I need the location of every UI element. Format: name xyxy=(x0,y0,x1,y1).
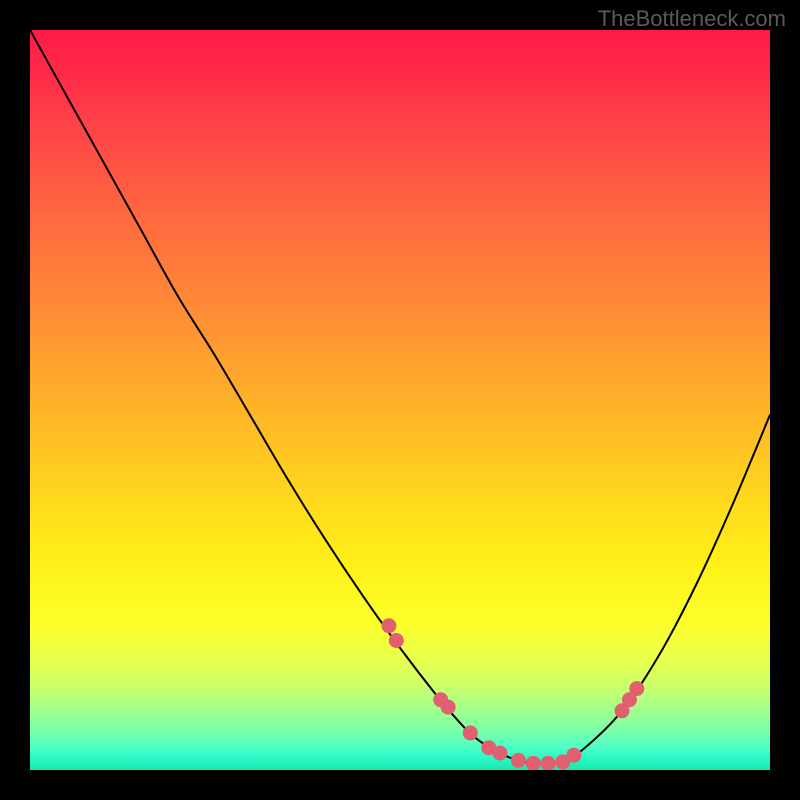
chart-frame xyxy=(30,30,770,770)
data-point xyxy=(541,756,556,770)
data-point xyxy=(492,745,507,760)
bottleneck-curve xyxy=(30,30,770,764)
data-point xyxy=(566,748,581,763)
data-point xyxy=(629,681,644,696)
data-point xyxy=(441,700,456,715)
data-point xyxy=(526,756,541,770)
data-point xyxy=(511,753,526,768)
data-point xyxy=(381,618,396,633)
chart-svg xyxy=(30,30,770,770)
data-point xyxy=(463,726,478,741)
data-points xyxy=(381,618,644,770)
data-point xyxy=(389,633,404,648)
attribution-text: TheBottleneck.com xyxy=(598,6,786,32)
